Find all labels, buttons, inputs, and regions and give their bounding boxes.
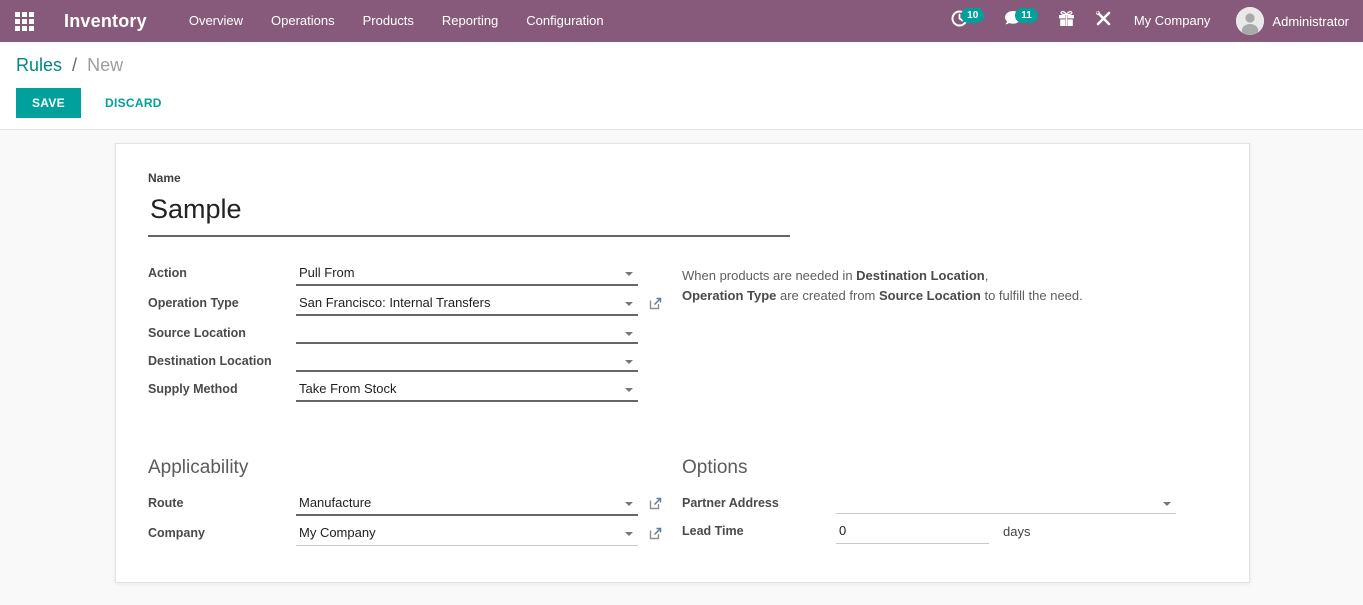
navbar-systray: 10 11 My Company Administrator	[941, 0, 1363, 42]
applicability-section: Applicability Route Manufacture Company …	[148, 457, 662, 553]
user-name: Administrator	[1272, 14, 1349, 29]
action-field-row: Action Pull From	[148, 263, 662, 286]
form-sheet: Name Sample Action Pull From Operation T…	[115, 143, 1250, 583]
breadcrumb-rules-link[interactable]: Rules	[16, 55, 62, 75]
chevron-down-icon	[625, 360, 633, 364]
route-field-row: Route Manufacture	[148, 493, 662, 516]
action-select[interactable]: Pull From	[296, 263, 638, 286]
developer-tools-button[interactable]	[1085, 0, 1122, 42]
supply-method-label: Supply Method	[148, 379, 296, 396]
company-value: My Company	[296, 523, 638, 546]
gift-icon	[1058, 10, 1075, 32]
options-section: Options Partner Address Lead Time 0 days	[682, 457, 1217, 553]
company-external-link-icon[interactable]	[649, 527, 662, 545]
activities-count-badge: 10	[961, 8, 984, 23]
messages-count-badge: 11	[1015, 8, 1038, 23]
chevron-down-icon	[625, 332, 633, 336]
route-external-link-icon[interactable]	[649, 497, 662, 515]
operation-type-select[interactable]: San Francisco: Internal Transfers	[296, 293, 638, 316]
partner-address-label: Partner Address	[682, 493, 836, 510]
partner-address-field-row: Partner Address	[682, 493, 1217, 514]
operation-type-value: San Francisco: Internal Transfers	[296, 293, 638, 316]
company-field-row: Company My Company	[148, 523, 662, 546]
action-value: Pull From	[296, 263, 638, 286]
company-select[interactable]: My Company	[296, 523, 638, 546]
messages-button[interactable]: 11	[994, 0, 1048, 42]
control-panel: Rules / New SAVE DISCARD	[0, 42, 1363, 130]
source-location-label: Source Location	[148, 323, 296, 340]
destination-location-value	[296, 351, 638, 372]
operation-type-label: Operation Type	[148, 293, 296, 310]
app-title[interactable]: Inventory	[64, 11, 147, 32]
breadcrumb-separator: /	[72, 55, 77, 75]
gift-button[interactable]	[1048, 0, 1085, 42]
menu-item-products[interactable]: Products	[349, 0, 428, 42]
user-menu[interactable]: Administrator	[1226, 7, 1363, 35]
destination-location-label: Destination Location	[148, 351, 296, 368]
menu-item-operations[interactable]: Operations	[257, 0, 349, 42]
control-panel-buttons: SAVE DISCARD	[16, 88, 1347, 118]
breadcrumb: Rules / New	[16, 55, 1347, 76]
breadcrumb-current: New	[87, 55, 123, 75]
menu-item-reporting[interactable]: Reporting	[428, 0, 512, 42]
chevron-down-icon	[625, 532, 633, 536]
rule-fields-column: Action Pull From Operation Type San Fran…	[148, 263, 662, 409]
save-button[interactable]: SAVE	[16, 88, 81, 118]
operation-type-external-link-icon[interactable]	[649, 297, 662, 315]
route-label: Route	[148, 493, 296, 510]
rule-help-column: When products are needed in Destination …	[682, 263, 1217, 409]
lead-time-input[interactable]: 0	[836, 521, 989, 544]
apps-grid-icon	[15, 12, 34, 31]
action-label: Action	[148, 263, 296, 280]
menu-item-configuration[interactable]: Configuration	[512, 0, 617, 42]
chevron-down-icon	[625, 302, 633, 306]
name-field-input[interactable]: Sample	[148, 192, 790, 237]
applicability-title: Applicability	[148, 457, 662, 479]
lead-time-unit: days	[1003, 521, 1030, 539]
supply-method-value: Take From Stock	[296, 379, 638, 402]
route-value: Manufacture	[296, 493, 638, 516]
source-location-select[interactable]	[296, 323, 638, 344]
supply-method-field-row: Supply Method Take From Stock	[148, 379, 662, 402]
top-navbar: Inventory Overview Operations Products R…	[0, 0, 1363, 42]
source-location-field-row: Source Location	[148, 323, 662, 344]
route-select[interactable]: Manufacture	[296, 493, 638, 516]
operation-type-field-row: Operation Type San Francisco: Internal T…	[148, 293, 662, 316]
company-switcher[interactable]: My Company	[1122, 0, 1227, 42]
lead-time-value: 0	[836, 521, 989, 544]
company-label: Company	[148, 523, 296, 540]
chevron-down-icon	[625, 272, 633, 276]
main-menu: Overview Operations Products Reporting C…	[175, 0, 618, 42]
chevron-down-icon	[1163, 502, 1171, 506]
menu-item-overview[interactable]: Overview	[175, 0, 257, 42]
tools-icon	[1095, 10, 1112, 32]
supply-method-select[interactable]: Take From Stock	[296, 379, 638, 402]
source-location-value	[296, 323, 638, 344]
discard-button[interactable]: DISCARD	[95, 89, 172, 117]
activities-button[interactable]: 10	[941, 0, 994, 42]
lead-time-field-row: Lead Time 0 days	[682, 521, 1217, 544]
destination-location-field-row: Destination Location	[148, 351, 662, 372]
partner-address-value	[836, 493, 1176, 514]
apps-menu-button[interactable]	[0, 0, 48, 42]
chevron-down-icon	[625, 388, 633, 392]
content-area: Name Sample Action Pull From Operation T…	[0, 130, 1363, 605]
chevron-down-icon	[625, 502, 633, 506]
lead-time-label: Lead Time	[682, 521, 836, 538]
user-avatar	[1236, 7, 1264, 35]
name-field-label: Name	[148, 171, 1217, 185]
destination-location-select[interactable]	[296, 351, 638, 372]
partner-address-select[interactable]	[836, 493, 1176, 514]
rule-explanation-text: When products are needed in Destination …	[682, 266, 1217, 306]
options-title: Options	[682, 457, 1217, 479]
